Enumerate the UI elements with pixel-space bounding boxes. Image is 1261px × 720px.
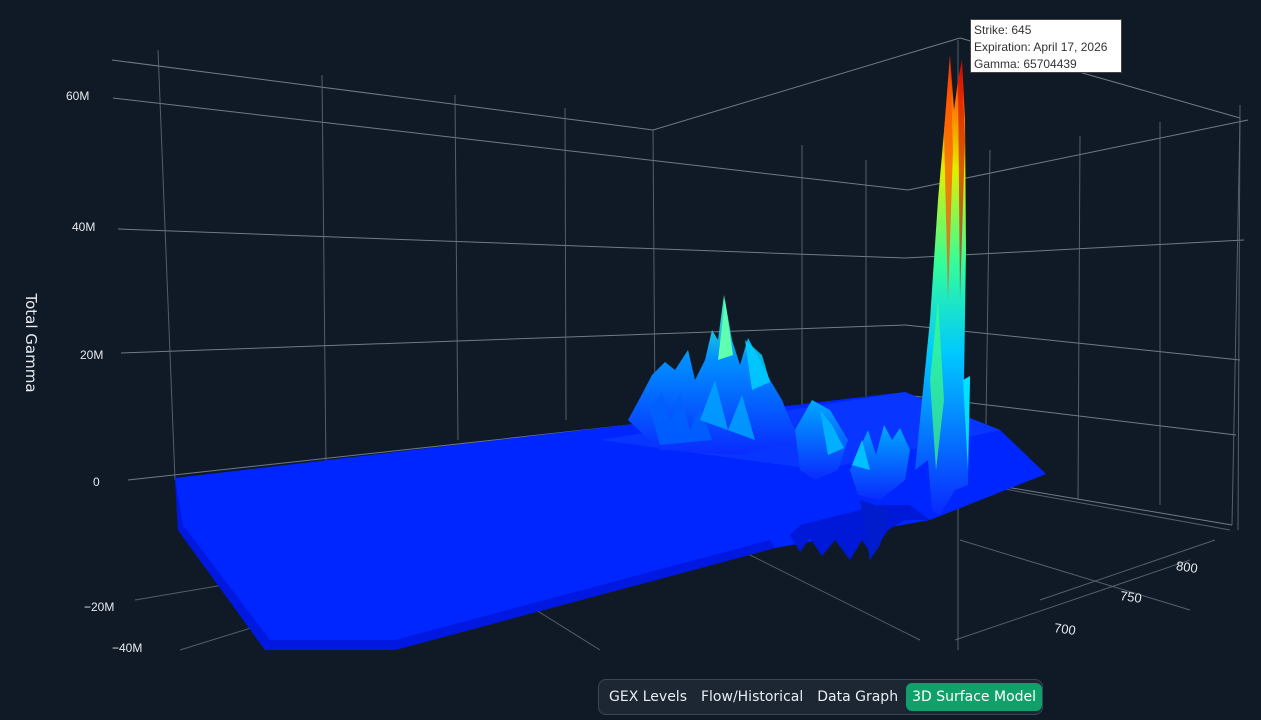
z-tick-label: 20M bbox=[80, 348, 103, 362]
tooltip-strike: Strike: 645 bbox=[974, 23, 1032, 37]
hover-tooltip: Strike: 645 Expiration: April 17, 2026 G… bbox=[970, 19, 1122, 73]
z-tick-label: −20M bbox=[84, 600, 114, 614]
tooltip-expiration: Expiration: April 17, 2026 bbox=[974, 40, 1108, 54]
y-tick-label: 700 bbox=[1053, 620, 1077, 638]
surface-plot[interactable]: 60M 40M 20M 0 −20M −40M Total Gamma 800 … bbox=[0, 0, 1261, 720]
z-tick-label: 60M bbox=[66, 89, 89, 103]
z-axis: 60M 40M 20M 0 −20M −40M Total Gamma bbox=[22, 89, 142, 655]
y-tick-label: 750 bbox=[1119, 588, 1143, 606]
gamma-surface[interactable] bbox=[175, 392, 1046, 650]
z-tick-label: 40M bbox=[72, 220, 95, 234]
z-axis-title: Total Gamma bbox=[22, 292, 40, 392]
gamma-spike[interactable] bbox=[915, 55, 970, 515]
tab-flow-historical[interactable]: Flow/Historical bbox=[695, 683, 809, 711]
z-tick-label: 0 bbox=[93, 475, 100, 489]
y-tick-label: 800 bbox=[1175, 558, 1199, 576]
view-tabs: GEX Levels Flow/Historical Data Graph 3D… bbox=[598, 679, 1043, 715]
tab-3d-surface-model[interactable]: 3D Surface Model bbox=[906, 683, 1043, 711]
tab-gex-levels[interactable]: GEX Levels bbox=[603, 683, 693, 711]
tab-data-graph[interactable]: Data Graph bbox=[811, 683, 904, 711]
z-tick-label: −40M bbox=[112, 641, 142, 655]
tooltip-gamma: Gamma: 65704439 bbox=[974, 57, 1077, 71]
